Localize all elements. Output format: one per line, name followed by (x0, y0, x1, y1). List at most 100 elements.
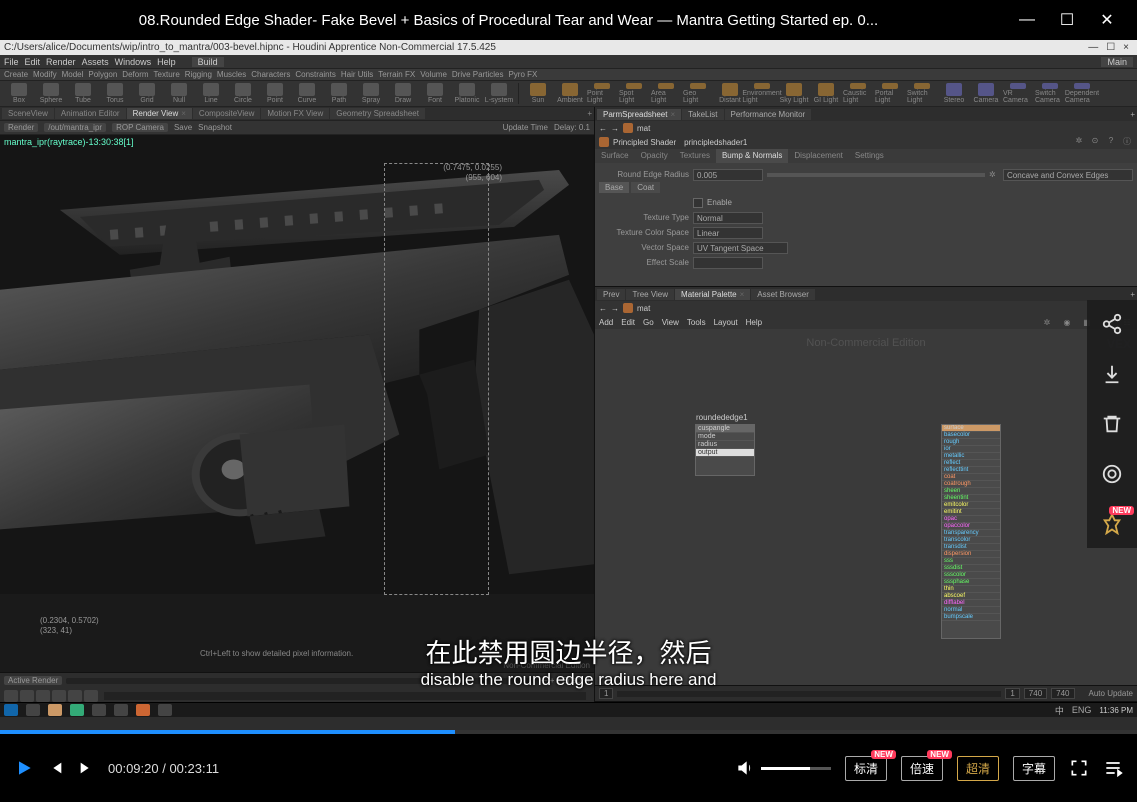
settings-icon[interactable] (1100, 462, 1124, 486)
shelf-ambient[interactable]: Ambient (555, 83, 585, 104)
net-add[interactable]: Add (599, 318, 613, 327)
shelf-spot[interactable]: Spot Light (619, 83, 649, 104)
vector-space[interactable]: UV Tangent Space (693, 242, 788, 254)
net-go[interactable]: Go (643, 318, 654, 327)
ptab-bump[interactable]: Bump & Normals (716, 149, 788, 163)
color-space[interactable]: Linear (693, 227, 763, 239)
shelf-camera[interactable]: Camera (971, 83, 1001, 104)
shelf-distant[interactable]: Distant (715, 83, 745, 104)
gear-icon[interactable]: ✲ (1073, 136, 1085, 148)
shelf-stereo[interactable]: Stereo (939, 83, 969, 104)
subtitle-button[interactable]: 字幕 (1013, 756, 1055, 781)
net-eye-icon[interactable]: ◉ (1061, 318, 1073, 327)
menu-file[interactable]: File (4, 57, 19, 67)
subtab-coat[interactable]: Coat (631, 182, 660, 193)
net-wrench-icon[interactable]: ✲ (1041, 318, 1053, 327)
render-view[interactable]: mantra_ipr(raytrace)-13:30:38[1] (0.7475… (0, 135, 594, 672)
play-button[interactable] (14, 758, 34, 778)
tab-add[interactable]: + (587, 109, 592, 118)
volume-control[interactable] (735, 758, 831, 778)
effect-scale[interactable] (693, 257, 763, 269)
tab-parmspread[interactable]: ParmSpreadsheet× (597, 109, 681, 120)
shelf-draw[interactable]: Draw (388, 83, 418, 104)
frame-end2[interactable]: 740 (1051, 688, 1074, 699)
play-fwd[interactable] (52, 690, 66, 702)
shelf-spray[interactable]: Spray (356, 83, 386, 104)
enable-checkbox[interactable] (693, 198, 703, 208)
download-icon[interactable] (1100, 362, 1124, 386)
shelf-circle[interactable]: Circle (228, 83, 258, 104)
menu-help[interactable]: Help (157, 57, 176, 67)
frame-slider[interactable] (104, 692, 586, 700)
tray-eng[interactable]: ENG (1072, 705, 1092, 715)
shelf-path[interactable]: Path (324, 83, 354, 104)
radial-main[interactable]: Main (1101, 57, 1133, 67)
task-app1[interactable] (92, 704, 106, 716)
play-last[interactable] (84, 690, 98, 702)
ptab-opacity[interactable]: Opacity (635, 149, 674, 163)
play-prev[interactable] (20, 690, 34, 702)
snapshot-slider[interactable] (66, 678, 531, 684)
crumb-mat[interactable]: mat (637, 124, 650, 133)
tab-takelist[interactable]: TakeList (682, 109, 723, 120)
start-button[interactable] (4, 704, 18, 716)
radius-slider[interactable] (767, 173, 985, 177)
task-explorer[interactable] (48, 704, 62, 716)
shelf-grid[interactable]: Grid (132, 83, 162, 104)
shelf-lsystem[interactable]: L-system (484, 83, 514, 104)
update-time[interactable]: Update Time (503, 123, 548, 132)
menu-windows[interactable]: Windows (115, 57, 152, 67)
tab-sceneview[interactable]: SceneView (2, 108, 54, 119)
edge-mode[interactable]: Concave and Convex Edges (1003, 169, 1133, 181)
shelf-box[interactable]: Box (4, 83, 34, 104)
net-tools[interactable]: Tools (687, 318, 706, 327)
tab-treeview[interactable]: Tree View (626, 289, 674, 300)
progress-bar[interactable] (0, 730, 1137, 734)
tab-animeditor[interactable]: Animation Editor (55, 108, 126, 119)
shelf-vr[interactable]: VR Camera (1003, 83, 1033, 104)
volume-slider[interactable] (761, 767, 831, 770)
tab-matpalette[interactable]: Material Palette× (675, 289, 750, 300)
close-button[interactable]: ✕ (1087, 0, 1127, 40)
nav-fwd[interactable]: → (611, 124, 619, 133)
menu-edit[interactable]: Edit (25, 57, 41, 67)
tray-clock[interactable]: 11:36 PM (1099, 706, 1133, 715)
share-icon[interactable] (1100, 312, 1124, 336)
help-icon[interactable]: ? (1105, 136, 1117, 148)
shelf-torus[interactable]: Torus (100, 83, 130, 104)
tab-prev[interactable]: Prev (597, 289, 625, 300)
shelf-sphere[interactable]: Sphere (36, 83, 66, 104)
shader-name[interactable]: principledshader1 (680, 138, 751, 147)
rop-path[interactable]: /out/mantra_ipr (44, 123, 106, 132)
h-min[interactable]: — (1084, 42, 1102, 53)
quality-sd-button[interactable]: 标清NEW (845, 756, 887, 781)
shelf-line[interactable]: Line (196, 83, 226, 104)
texture-type[interactable]: Normal (693, 212, 763, 224)
shelf-switch[interactable]: Switch Light (907, 83, 937, 104)
autoupdate[interactable]: Auto Update (1089, 689, 1133, 698)
shelf-portal[interactable]: Portal Light (875, 83, 905, 104)
shelf-sky[interactable]: Sky Light (779, 83, 809, 104)
tray-lang[interactable]: 中 (1055, 704, 1064, 717)
shelf-tube[interactable]: Tube (68, 83, 98, 104)
task-chrome[interactable] (70, 704, 84, 716)
quality-hd-button[interactable]: 超清 (957, 756, 999, 781)
task-app3[interactable] (158, 704, 172, 716)
tab-motionfx[interactable]: Motion FX View (261, 108, 329, 119)
frame-cur[interactable]: 1 (1005, 688, 1019, 699)
frame-end[interactable]: 740 (1024, 688, 1047, 699)
minimize-button[interactable]: — (1007, 0, 1047, 40)
net-edit[interactable]: Edit (621, 318, 635, 327)
playlist-icon[interactable] (1103, 758, 1123, 778)
info-icon[interactable]: ⓘ (1121, 136, 1133, 148)
play-first[interactable] (4, 690, 18, 702)
h-close[interactable]: × (1119, 42, 1133, 53)
ptab-settings[interactable]: Settings (849, 149, 890, 163)
tab-geospread[interactable]: Geometry Spreadsheet (330, 108, 425, 119)
rop-camera[interactable]: ROP Camera (112, 123, 168, 132)
shelf-key[interactable]: Point Light (587, 83, 617, 104)
shelf-env[interactable]: Environment Light (747, 83, 777, 104)
shelf-geolight[interactable]: Geo Light (683, 83, 713, 104)
net-crumb[interactable]: mat (637, 304, 650, 313)
shelf-point[interactable]: Point (260, 83, 290, 104)
